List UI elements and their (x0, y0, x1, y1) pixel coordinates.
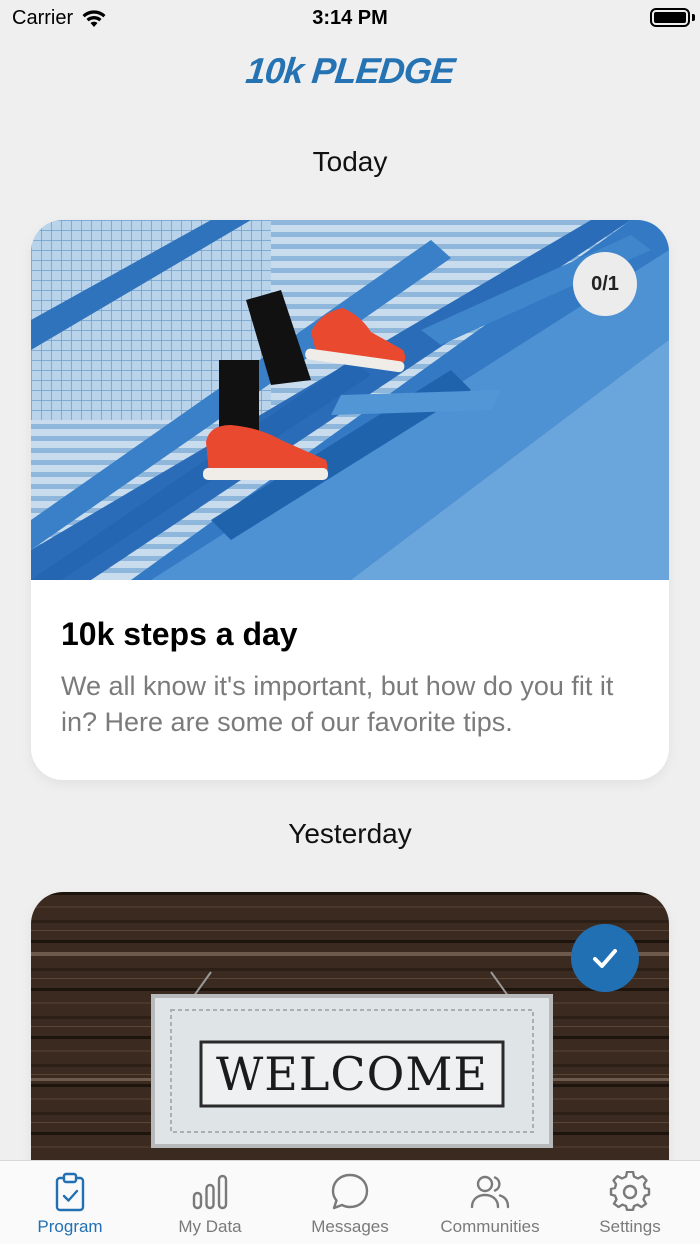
card-body: 10k steps a day We all know it's importa… (31, 580, 669, 780)
tab-label-communities: Communities (440, 1217, 540, 1236)
tab-label-settings: Settings (599, 1217, 661, 1236)
tab-label-my-data: My Data (178, 1217, 242, 1236)
app-logo: 10k PLEDGE (243, 50, 457, 91)
activity-card-steps[interactable]: 0/1 10k steps a day We all know it's imp… (31, 220, 669, 780)
section-heading-today: Today (312, 146, 388, 177)
tab-messages[interactable]: Messages (280, 1161, 420, 1244)
card-title: 10k steps a day (61, 616, 298, 652)
tab-program[interactable]: Program (0, 1161, 140, 1244)
chat-bubble-icon (331, 1173, 369, 1210)
progress-badge: 0/1 (573, 252, 637, 316)
status-bar: Carrier 3:14 PM (0, 0, 700, 36)
battery-tip (692, 14, 695, 21)
program-screen: Carrier 3:14 PM 10k PLEDGE Today 0/1 10k… (0, 0, 700, 1244)
clipboard-check-icon (55, 1172, 85, 1212)
bar-chart-icon (192, 1174, 228, 1210)
tab-settings[interactable]: Settings (560, 1161, 700, 1244)
card-description: We all know it's important, but how do y… (61, 671, 614, 737)
welcome-sign-text: WELCOME (216, 1047, 488, 1101)
tab-bar: Program My Data Messages Communities Set… (0, 1160, 700, 1244)
tab-my-data[interactable]: My Data (140, 1161, 280, 1244)
completed-badge (571, 924, 639, 992)
battery-icon (650, 8, 690, 27)
stairs-image: 0/1 (31, 220, 669, 580)
tab-label-messages: Messages (311, 1217, 389, 1236)
gear-icon (609, 1171, 651, 1211)
tab-label-program: Program (37, 1217, 103, 1236)
tab-communities[interactable]: Communities (420, 1161, 560, 1244)
section-heading-yesterday: Yesterday (288, 818, 412, 849)
status-time: 3:14 PM (312, 7, 388, 29)
people-icon (470, 1175, 510, 1209)
checkmark-icon (593, 949, 617, 968)
